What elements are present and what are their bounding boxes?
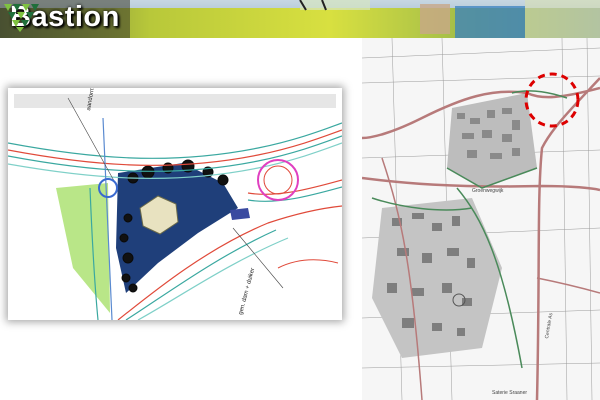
header-banner: Bastion xyxy=(0,0,600,38)
map-label-south: Saterie Sraaner xyxy=(492,390,528,396)
culvert xyxy=(230,208,250,220)
green-zone xyxy=(56,183,110,313)
site-plan-drawing: aandorm gen. dam + duiker xyxy=(8,88,342,320)
plan-drawing-svg xyxy=(8,97,342,320)
location-map: Groenwegwijk Centrale As Saterie Sraaner xyxy=(362,38,600,400)
map-svg xyxy=(362,38,600,400)
map-label-district: Groenwegwijk xyxy=(472,188,504,194)
brand-logo-icon xyxy=(4,4,39,32)
